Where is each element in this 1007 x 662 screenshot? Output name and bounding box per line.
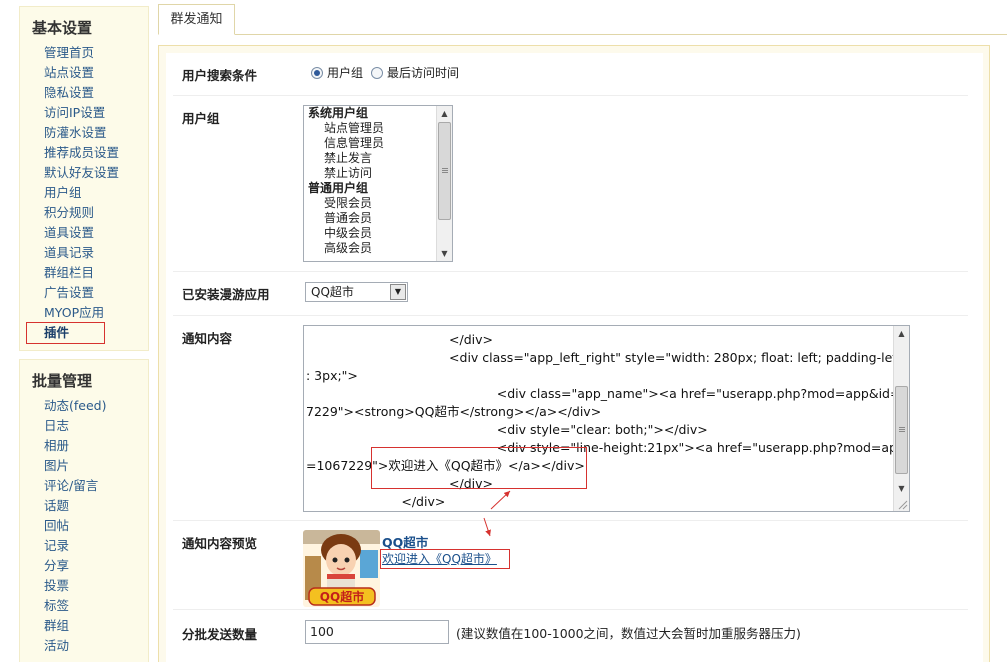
sidebar-item[interactable]: 动态(feed) <box>44 396 148 416</box>
sidebar-item[interactable]: 投票 <box>44 576 148 596</box>
sidebar-item[interactable]: 活动 <box>44 636 148 656</box>
user-group-label: 用户组 <box>182 111 220 126</box>
radio-user-group[interactable] <box>311 66 323 79</box>
sidebar-item[interactable]: 回帖 <box>44 516 148 536</box>
dropdown-arrow-icon[interactable]: ▼ <box>390 284 406 300</box>
sidebar-item[interactable]: 日志 <box>44 416 148 436</box>
radio-last-visit[interactable] <box>371 66 384 79</box>
sidebar-batch-list: 动态(feed) 日志 相册 图片 评论/留言 话题 回帖 记录 分享 投票 标签 群组 活动 <box>20 396 148 656</box>
sidebar-item[interactable]: 分享 <box>44 556 148 576</box>
code-line: : 3px;"> <box>306 368 358 383</box>
batch-count-label: 分批发送数量 <box>182 627 258 642</box>
preview-label: 通知内容预览 <box>182 536 258 551</box>
listbox-option[interactable]: 中级会员 <box>304 226 452 241</box>
listbox-option[interactable]: 禁止发言 <box>304 151 452 166</box>
sidebar-item[interactable]: 隐私设置 <box>44 83 148 103</box>
sidebar-basic-panel: 基本设置 管理首页 站点设置 隐私设置 访问IP设置 防灌水设置 推荐成员设置 默认好友设置… <box>19 6 149 351</box>
form-container: 用户搜索条件 用户组 最后访问时间 用户组 系统用户组 站点管理员 信息管理员 禁止发… <box>166 53 983 662</box>
sidebar-item[interactable]: 评论/留言 <box>44 476 148 496</box>
sidebar-batch-panel: 批量管理 动态(feed) 日志 相册 图片 评论/留言 话题 回帖 记录 分享 投票 标签 群组 活动 <box>19 359 149 662</box>
content-label: 通知内容 <box>182 331 233 346</box>
code-line: 7229"><strong>QQ超市</strong></a></div> <box>306 404 602 419</box>
listbox-option[interactable]: 站点管理员 <box>304 121 452 136</box>
user-group-row: 用户组 系统用户组 站点管理员 信息管理员 禁止发言 禁止访问 普通用户组 受限会员 普通会员… <box>173 96 968 272</box>
sidebar-item[interactable]: 群组 <box>44 616 148 636</box>
main-panel: 用户搜索条件 用户组 最后访问时间 用户组 系统用户组 站点管理员 信息管理员 禁止发… <box>158 45 990 662</box>
scroll-up-icon[interactable]: ▲ <box>437 106 452 121</box>
sidebar-item[interactable]: 用户组 <box>44 183 148 203</box>
search-condition-radios: 用户组 最后访问时间 <box>311 64 467 81</box>
sidebar-item[interactable]: 道具设置 <box>44 223 148 243</box>
qq-supermarket-logo: QQ超市 <box>303 530 380 607</box>
listbox-option[interactable]: 受限会员 <box>304 196 452 211</box>
sidebar-item[interactable]: 管理首页 <box>44 43 148 63</box>
scroll-thumb[interactable] <box>438 122 451 220</box>
tab-mass-notice[interactable]: 群发通知 <box>158 4 235 35</box>
textarea-scroll-thumb[interactable] <box>895 386 908 474</box>
sidebar-item[interactable]: 默认好友设置 <box>44 163 148 183</box>
installed-apps-value: QQ超市 <box>311 285 354 299</box>
installed-apps-select[interactable]: QQ超市 ▼ <box>305 282 408 302</box>
sidebar-item[interactable]: 记录 <box>44 536 148 556</box>
code-line: </div> <box>306 494 446 509</box>
annotation-box-preview <box>380 549 510 569</box>
radio-user-group-label: 用户组 <box>327 66 364 80</box>
search-condition-row: 用户搜索条件 用户组 最后访问时间 <box>173 53 968 96</box>
listbox-group-header: 系统用户组 <box>308 106 369 120</box>
content-row: 通知内容 </div> <div class="app_left_right" … <box>173 316 968 521</box>
listbox-group-header: 普通用户组 <box>308 181 369 195</box>
logo-text: QQ超市 <box>320 589 364 604</box>
installed-apps-label: 已安装漫游应用 <box>182 287 270 302</box>
sidebar-batch-title: 批量管理 <box>32 372 93 390</box>
preview-row: 通知内容预览 QQ超市 QQ超市 欢迎进入《QQ超市》 <box>173 521 968 610</box>
listbox-scrollbar[interactable]: ▲ ▼ <box>436 106 452 261</box>
listbox-option[interactable]: 信息管理员 <box>304 136 452 151</box>
sidebar-item[interactable]: MYOP应用 <box>44 303 148 323</box>
code-line: <div class="app_left_right" style="width… <box>306 350 902 365</box>
search-condition-label: 用户搜索条件 <box>182 68 258 83</box>
textarea-scrollbar[interactable]: ▲ ▼ <box>893 326 909 511</box>
sidebar-item[interactable]: 站点设置 <box>44 63 148 83</box>
batch-count-hint: (建议数值在100-1000之间，数值过大会暂时加重服务器压力) <box>456 626 801 641</box>
code-line: <div style="clear: both;"></div> <box>306 422 708 437</box>
user-group-listbox[interactable]: 系统用户组 站点管理员 信息管理员 禁止发言 禁止访问 普通用户组 受限会员 普通会员 中级会员… <box>303 105 453 262</box>
listbox-option[interactable]: 禁止访问 <box>304 166 452 181</box>
sidebar-item[interactable]: 广告设置 <box>44 283 148 303</box>
sidebar-item[interactable]: 推荐成员设置 <box>44 143 148 163</box>
textarea-scroll-down-icon[interactable]: ▼ <box>894 481 909 496</box>
listbox-option[interactable]: 普通会员 <box>304 211 452 226</box>
installed-apps-row: 已安装漫游应用 QQ超市 ▼ <box>173 272 968 316</box>
batch-count-row: 分批发送数量 100 (建议数值在100-1000之间，数值过大会暂时加重服务器… <box>173 610 968 662</box>
code-line: <div class="app_name"><a href="userapp.p… <box>306 386 910 401</box>
user-group-options: 系统用户组 站点管理员 信息管理员 禁止发言 禁止访问 普通用户组 受限会员 普通会员 中级会员… <box>304 106 452 256</box>
sidebar-basic-title: 基本设置 <box>32 19 93 37</box>
sidebar-item[interactable]: 话题 <box>44 496 148 516</box>
sidebar-item[interactable]: 群组栏目 <box>44 263 148 283</box>
tab-divider <box>158 34 1007 35</box>
sidebar-item[interactable]: 积分规则 <box>44 203 148 223</box>
sidebar-item[interactable]: 道具记录 <box>44 243 148 263</box>
sidebar-item[interactable]: 防灌水设置 <box>44 123 148 143</box>
resize-grip-icon[interactable] <box>896 498 908 510</box>
sidebar-item[interactable]: 图片 <box>44 456 148 476</box>
batch-count-input[interactable]: 100 <box>305 620 449 644</box>
sidebar-item[interactable]: 相册 <box>44 436 148 456</box>
annotation-box-code <box>371 447 587 489</box>
radio-last-visit-label: 最后访问时间 <box>387 66 460 80</box>
scroll-down-icon[interactable]: ▼ <box>437 246 452 261</box>
active-item-highlight <box>26 322 105 344</box>
listbox-option[interactable]: 高级会员 <box>304 241 452 256</box>
sidebar-item[interactable]: 标签 <box>44 596 148 616</box>
code-line: </div> <box>306 332 494 347</box>
sidebar-basic-list: 管理首页 站点设置 隐私设置 访问IP设置 防灌水设置 推荐成员设置 默认好友设置 用户组 积分… <box>20 43 148 343</box>
sidebar-item[interactable]: 访问IP设置 <box>44 103 148 123</box>
textarea-scroll-up-icon[interactable]: ▲ <box>894 326 909 341</box>
